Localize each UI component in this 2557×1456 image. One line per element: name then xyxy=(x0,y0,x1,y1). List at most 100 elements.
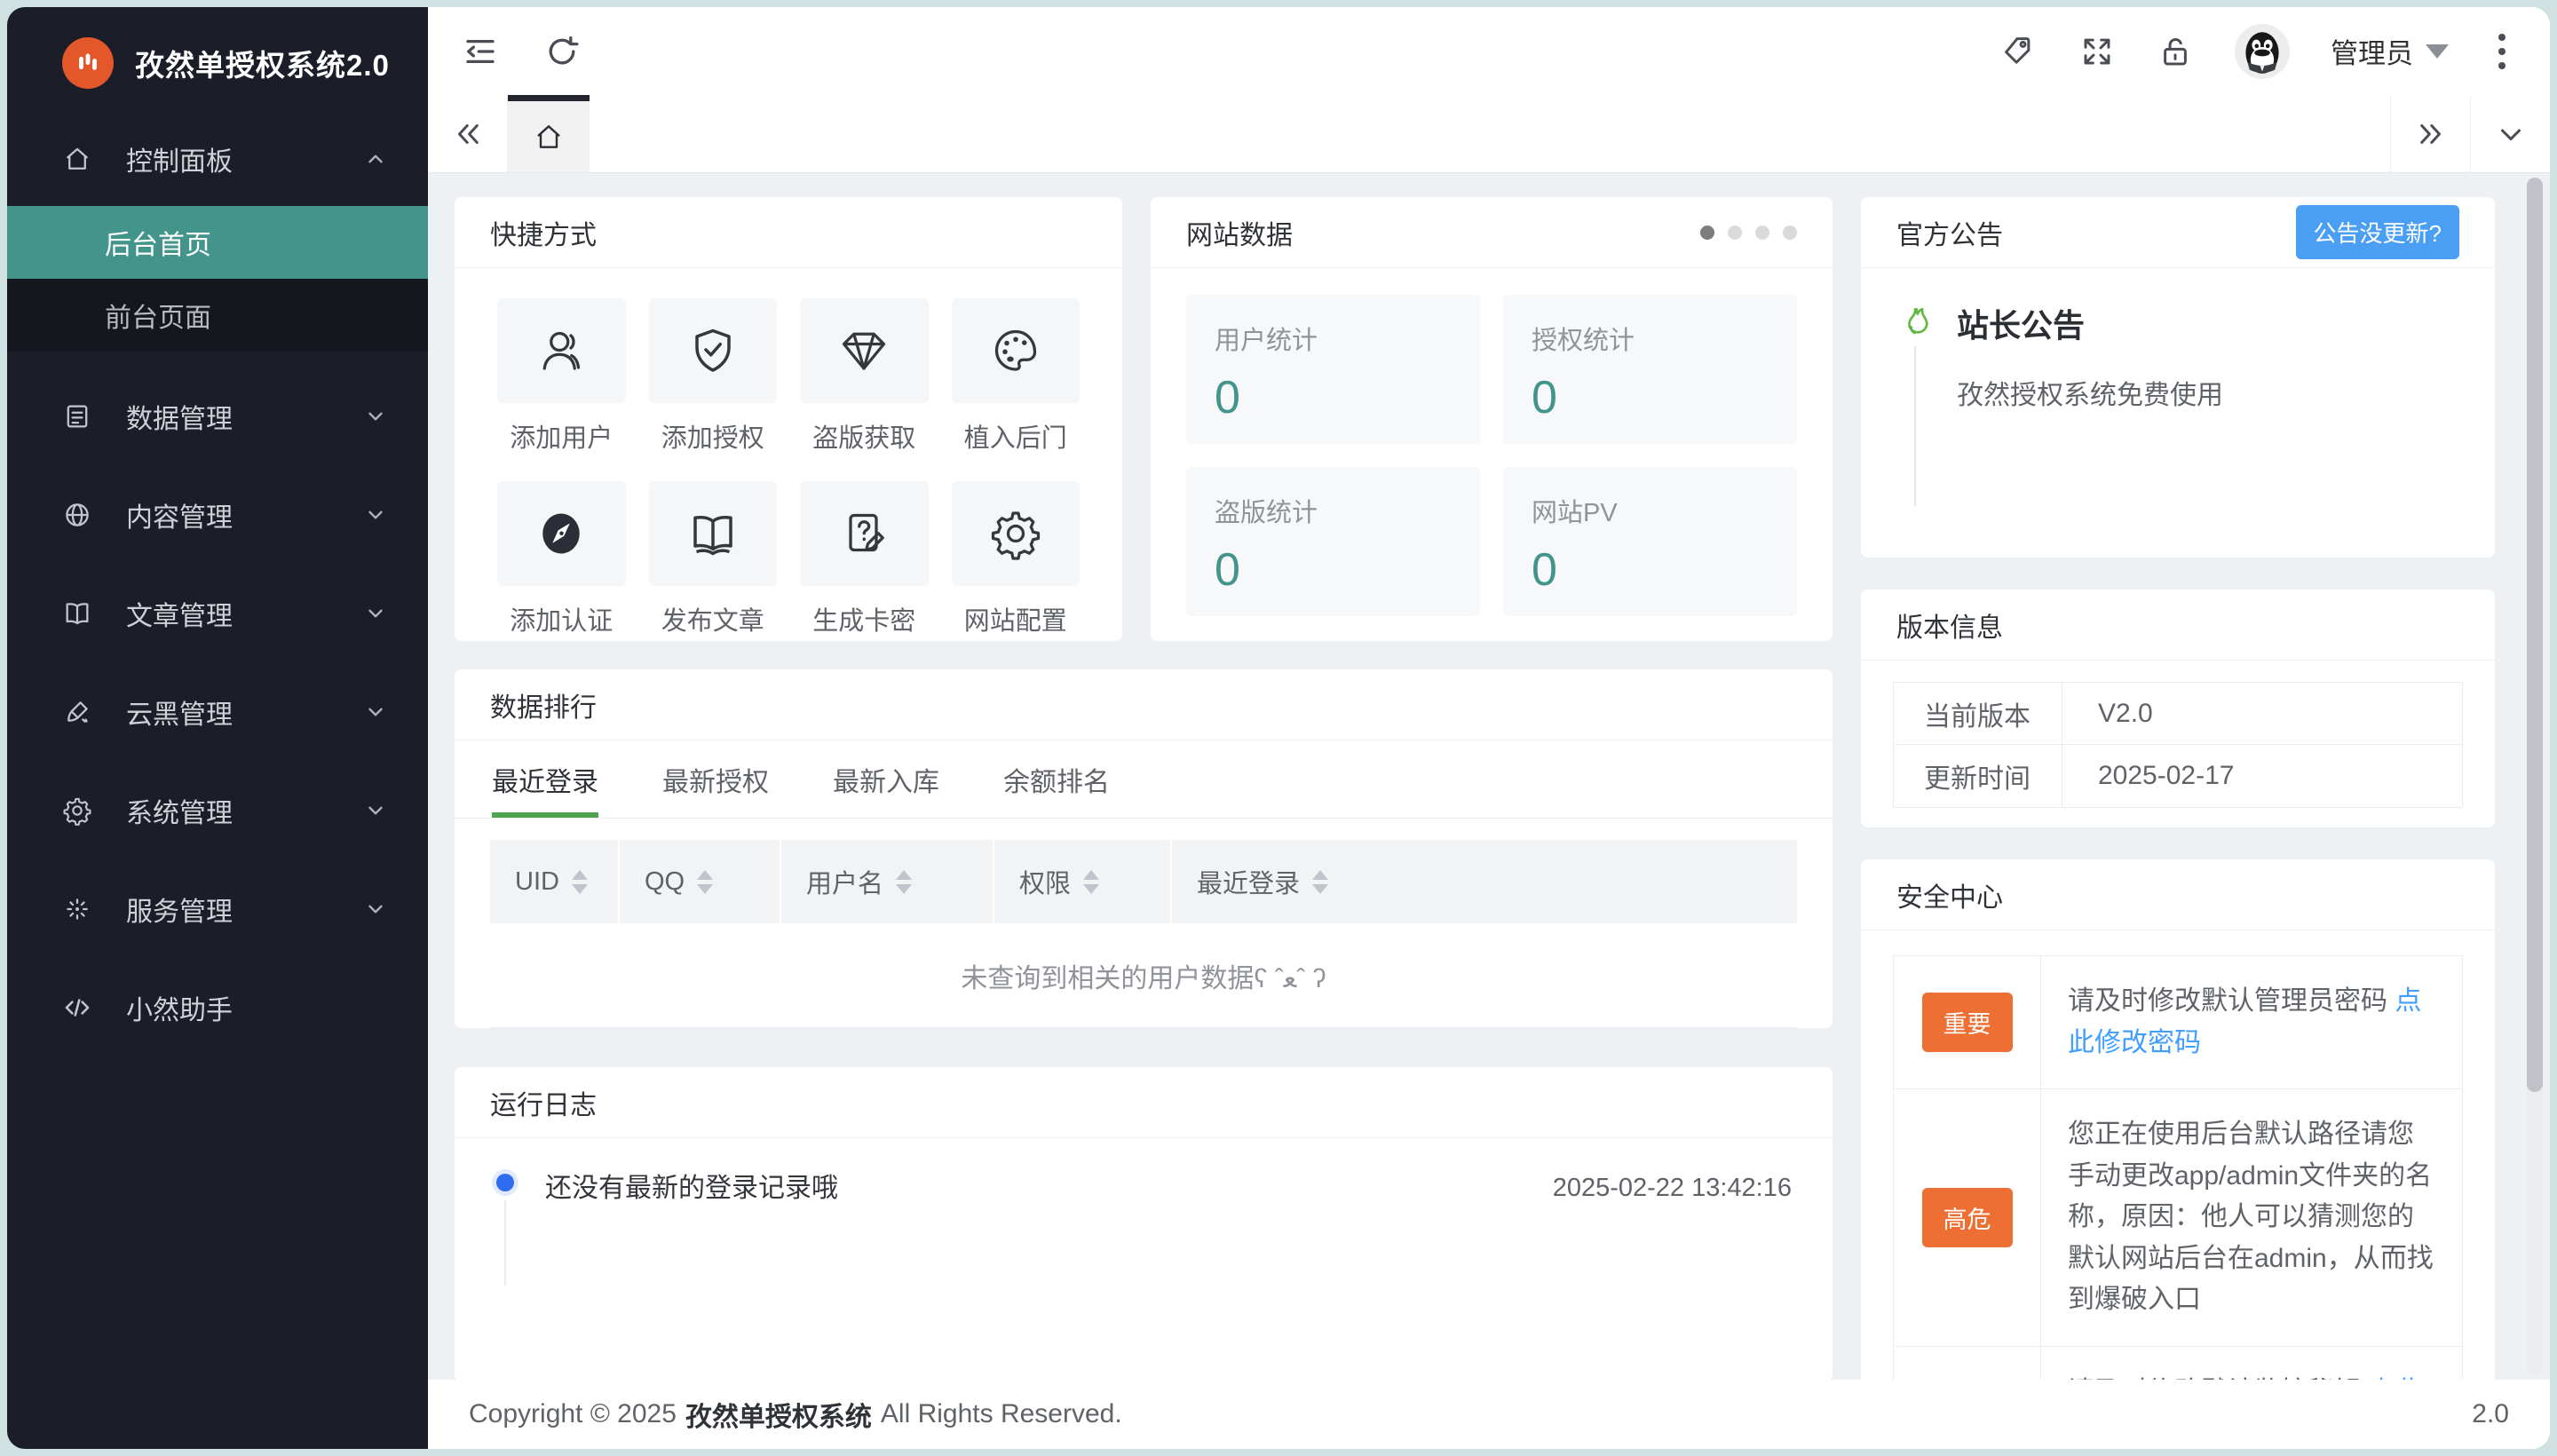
carousel-dot[interactable] xyxy=(1700,225,1714,240)
run-log-panel: 运行日志 还没有最新的登录记录哦 2025-02-22 13:42:16 xyxy=(455,1067,1833,1380)
chevron-down-icon xyxy=(368,806,383,815)
sidebar-item-data-mgmt[interactable]: 数据管理 xyxy=(7,382,428,451)
carousel-dot[interactable] xyxy=(1728,225,1742,240)
sort-icon[interactable] xyxy=(697,869,714,894)
panel-title: 数据排行 xyxy=(455,669,1833,740)
sidebar-item-cloud-blacklist-mgmt[interactable]: 云黑管理 xyxy=(7,677,428,747)
content-scrollbar[interactable] xyxy=(2527,178,2543,1376)
flame-icon xyxy=(1908,307,1928,335)
copyright-suffix: All Rights Reserved. xyxy=(880,1399,1122,1428)
diamond-icon xyxy=(843,332,886,370)
refresh-icon[interactable] xyxy=(543,33,581,70)
tabs-menu-icon[interactable] xyxy=(2470,95,2550,172)
sidebar-item-content-mgmt[interactable]: 内容管理 xyxy=(7,480,428,550)
stat-pirated: 盗版统计 0 xyxy=(1186,467,1480,616)
tab-bar xyxy=(428,95,2550,173)
footer-version: 2.0 xyxy=(2472,1399,2509,1428)
version-row: 更新时间 2025-02-17 xyxy=(1894,745,2462,807)
gear-icon xyxy=(991,511,1040,560)
tab-home[interactable] xyxy=(508,95,590,172)
tabs-scroll-right-icon[interactable] xyxy=(2390,95,2470,172)
tab-latest-authorization[interactable]: 最新授权 xyxy=(662,740,769,818)
quick-add-certification[interactable]: 添加认证 xyxy=(497,481,626,637)
quick-actions-panel: 快捷方式 添加用户 添加授权 盗版获取 植入后门 添加认证 发布文章 生成卡密 … xyxy=(455,197,1122,641)
quick-generate-card-key[interactable]: 生成卡密 xyxy=(800,481,929,637)
gear-icon xyxy=(63,797,91,826)
app-title: 孜然单授权系统2.0 xyxy=(135,49,390,82)
stat-users: 用户统计 0 xyxy=(1186,295,1480,444)
chevron-up-icon xyxy=(368,154,383,163)
sidebar-item-service-mgmt[interactable]: 服务管理 xyxy=(7,874,428,944)
tab-latest-storage[interactable]: 最新入库 xyxy=(833,740,939,818)
sidebar-item-label: 云黑管理 xyxy=(126,700,233,730)
more-menu-icon[interactable] xyxy=(2490,28,2514,75)
quick-publish-article[interactable]: 发布文章 xyxy=(648,481,777,637)
user-name: 管理员 xyxy=(2331,38,2413,69)
sidebar-item-label: 服务管理 xyxy=(126,898,233,927)
fullscreen-icon[interactable] xyxy=(2078,33,2116,70)
sort-icon[interactable] xyxy=(1312,869,1329,894)
log-entry: 还没有最新的登录记录哦 2025-02-22 13:42:16 xyxy=(495,1174,1792,1286)
sidebar: 孜然单授权系统2.0 控制面板 后台首页 前台页面 数据管理 内容管理 文章管理… xyxy=(7,7,428,1449)
carousel-dot[interactable] xyxy=(1755,225,1769,240)
announcement-post-title: 站长公告 xyxy=(1957,307,2086,344)
tab-recent-login[interactable]: 最近登录 xyxy=(492,740,598,818)
user-menu[interactable]: 管理员 xyxy=(2331,31,2449,71)
header-right-tools: 管理员 xyxy=(2000,23,2514,79)
sidebar-item-label: 文章管理 xyxy=(126,602,233,631)
header-left-tools xyxy=(462,33,581,70)
dashboard-content: 快捷方式 添加用户 添加授权 盗版获取 植入后门 添加认证 发布文章 生成卡密 … xyxy=(428,174,2550,1380)
quick-site-config[interactable]: 网站配置 xyxy=(951,481,1080,637)
scrollbar-thumb[interactable] xyxy=(2527,178,2543,1092)
ranking-table: UID QQ 用户名 权限 最近登录 未查询到相关的用户数据ʕ ˆﻌˆ ʔ xyxy=(490,840,1797,1028)
carousel-dot[interactable] xyxy=(1783,225,1797,240)
column-header: 权限 xyxy=(1019,870,1072,898)
security-row: 重要 请及时修改默认管理员密码 点此修改密码 xyxy=(1894,956,2462,1089)
chevron-down-icon xyxy=(368,510,383,519)
quick-add-authorization[interactable]: 添加授权 xyxy=(648,298,777,455)
log-timestamp: 2025-02-22 13:42:16 xyxy=(1552,1174,1792,1202)
book-icon xyxy=(66,603,89,625)
sidebar-item-frontend-page[interactable]: 前台页面 xyxy=(7,279,428,352)
sidebar-item-label: 小然助手 xyxy=(126,996,233,1025)
quick-add-user[interactable]: 添加用户 xyxy=(497,298,626,455)
copyright-prefix: Copyright © 2025 xyxy=(469,1399,677,1428)
stat-value: 0 xyxy=(1532,544,1557,596)
home-icon xyxy=(66,147,89,170)
app-logo-icon xyxy=(62,37,114,89)
collapse-sidebar-icon[interactable] xyxy=(462,33,499,70)
severity-badge: 重要 xyxy=(1921,993,2013,1052)
lock-icon[interactable] xyxy=(2157,33,2194,70)
spark-icon xyxy=(67,898,88,920)
footer: Copyright © 2025 孜然单授权系统 All Rights Rese… xyxy=(428,1380,2550,1449)
panel-title: 网站数据 xyxy=(1186,220,1293,250)
user-avatar[interactable] xyxy=(2235,23,2290,79)
home-icon xyxy=(537,125,560,148)
sidebar-item-control-panel[interactable]: 控制面板 xyxy=(7,124,428,194)
stat-authorizations: 授权统计 0 xyxy=(1503,295,1797,444)
sidebar-item-system-mgmt[interactable]: 系统管理 xyxy=(7,776,428,845)
update-time-value: 2025-02-17 xyxy=(2098,761,2235,790)
sidebar-item-backend-home[interactable]: 后台首页 xyxy=(7,206,428,279)
sort-icon[interactable] xyxy=(1083,869,1100,894)
version-row: 当前版本 V2.0 xyxy=(1894,683,2462,745)
sort-icon[interactable] xyxy=(571,869,588,894)
panel-title: 运行日志 xyxy=(455,1067,1833,1138)
chevron-down-icon xyxy=(368,412,383,421)
sort-icon[interactable] xyxy=(896,869,913,894)
column-header: QQ xyxy=(645,866,685,896)
quick-backdoor[interactable]: 植入后门 xyxy=(951,298,1080,455)
sidebar-item-assistant[interactable]: 小然助手 xyxy=(7,973,428,1042)
panel-title: 官方公告 xyxy=(1896,220,2003,250)
tag-icon[interactable] xyxy=(2000,33,2038,70)
sidebar-item-article-mgmt[interactable]: 文章管理 xyxy=(7,579,428,648)
tabs-scroll-left-icon[interactable] xyxy=(428,95,508,172)
tab-balance-ranking[interactable]: 余额排名 xyxy=(1003,740,1110,818)
sidebar-submenu: 后台首页 前台页面 xyxy=(7,206,428,352)
column-header: UID xyxy=(515,866,559,896)
ranking-tabs: 最近登录 最新授权 最新入库 余额排名 xyxy=(455,740,1833,819)
announcement-not-updated-button[interactable]: 公告没更新? xyxy=(2295,205,2459,259)
stat-value: 0 xyxy=(1215,372,1240,423)
quick-pirate-fetch[interactable]: 盗版获取 xyxy=(800,298,929,455)
timeline-dot-icon xyxy=(496,1174,514,1191)
